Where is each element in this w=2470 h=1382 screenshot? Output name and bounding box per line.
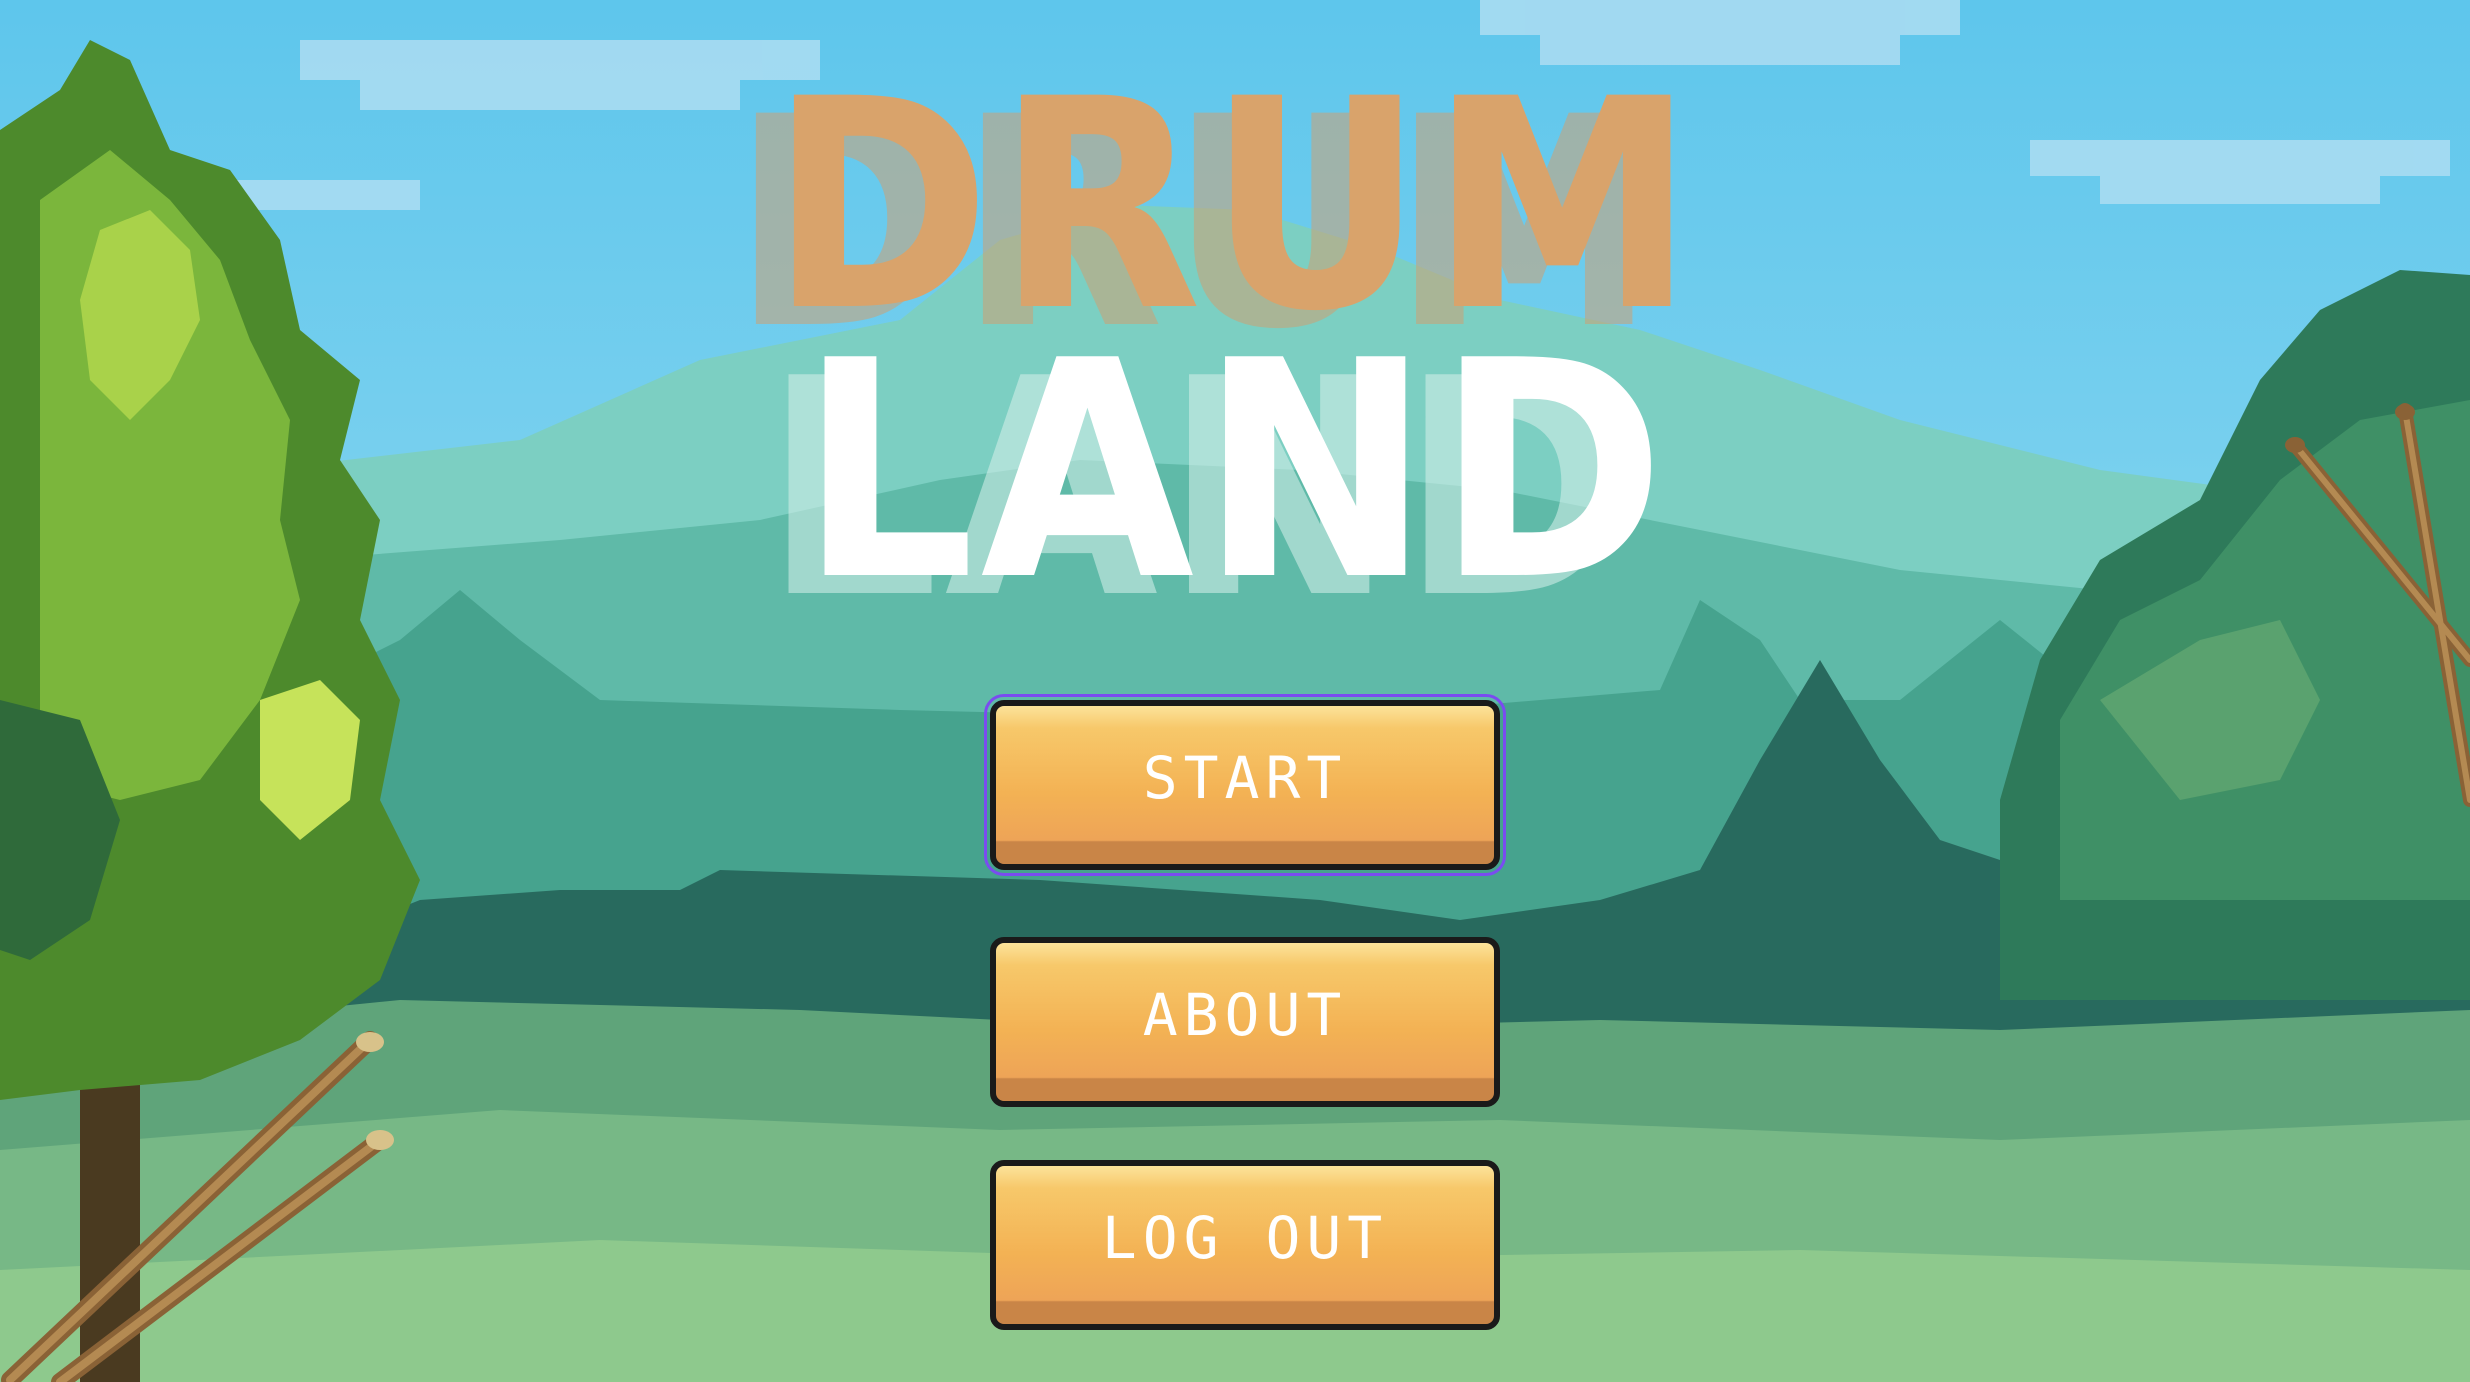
start-button[interactable]: START bbox=[984, 694, 1506, 876]
game-title: DRUM DRUM LAND LAND bbox=[0, 0, 2470, 700]
start-button-label: START bbox=[1142, 744, 1348, 812]
about-button-label: ABOUT bbox=[1142, 981, 1348, 1049]
logout-button-label: LOG OUT bbox=[1101, 1204, 1389, 1272]
logout-button[interactable]: LOG OUT bbox=[990, 1160, 1500, 1330]
about-button[interactable]: ABOUT bbox=[990, 937, 1500, 1107]
title-land: LAND bbox=[799, 297, 1671, 646]
